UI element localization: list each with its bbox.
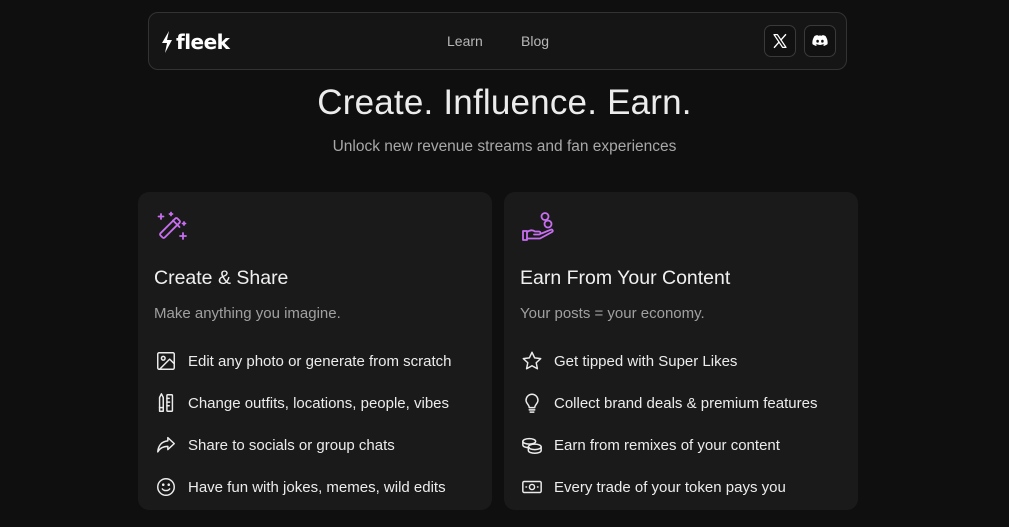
feature-text: Every trade of your token pays you bbox=[554, 478, 786, 496]
hero-subtitle: Unlock new revenue streams and fan exper… bbox=[332, 138, 677, 155]
feature-text: Have fun with jokes, memes, wild edits bbox=[188, 478, 446, 496]
pencil-ruler-icon bbox=[154, 391, 178, 415]
logo-link[interactable]: fleek bbox=[160, 28, 230, 56]
magic-wand-icon bbox=[154, 210, 190, 246]
feature-text: Get tipped with Super Likes bbox=[554, 352, 738, 370]
x-social-button[interactable] bbox=[764, 25, 796, 57]
image-icon bbox=[154, 349, 178, 373]
card-title: Earn From Your Content bbox=[520, 267, 731, 289]
feature-item: Get tipped with Super Likes bbox=[520, 340, 850, 382]
banknote-icon bbox=[520, 475, 544, 499]
feature-item: Collect brand deals & premium features bbox=[520, 382, 850, 424]
nav-link-blog[interactable]: Blog bbox=[521, 33, 549, 49]
feature-item: Earn from remixes of your content bbox=[520, 424, 850, 466]
lightbulb-icon bbox=[520, 391, 544, 415]
card-title: Create & Share bbox=[154, 267, 289, 289]
feature-item: Every trade of your token pays you bbox=[520, 466, 850, 508]
card-subtitle: Make anything you imagine. bbox=[154, 305, 341, 322]
page: fleek Learn Blog Create. Influence. Earn… bbox=[0, 0, 1009, 527]
feature-item: Change outfits, locations, people, vibes bbox=[154, 382, 484, 424]
feature-list: Edit any photo or generate from scratch … bbox=[154, 340, 484, 508]
hero-title: Create. Influence. Earn. bbox=[317, 83, 692, 122]
earn-content-card: Earn From Your Content Your posts = your… bbox=[504, 192, 858, 510]
feature-item: Have fun with jokes, memes, wild edits bbox=[154, 466, 484, 508]
nav-link-learn[interactable]: Learn bbox=[447, 33, 483, 49]
feature-text: Earn from remixes of your content bbox=[554, 436, 780, 454]
hand-coins-icon bbox=[520, 210, 556, 246]
card-subtitle: Your posts = your economy. bbox=[520, 305, 705, 322]
star-icon bbox=[520, 349, 544, 373]
bolt-icon bbox=[162, 31, 172, 53]
share-arrow-icon bbox=[154, 433, 178, 457]
discord-icon bbox=[812, 35, 828, 47]
smiley-icon bbox=[154, 475, 178, 499]
discord-social-button[interactable] bbox=[804, 25, 836, 57]
feature-text: Edit any photo or generate from scratch bbox=[188, 352, 452, 370]
feature-item: Share to socials or group chats bbox=[154, 424, 484, 466]
feature-item: Edit any photo or generate from scratch bbox=[154, 340, 484, 382]
logo-text: fleek bbox=[176, 30, 230, 54]
feature-text: Collect brand deals & premium features bbox=[554, 394, 818, 412]
navbar: fleek Learn Blog bbox=[148, 12, 847, 70]
coins-icon bbox=[520, 433, 544, 457]
x-icon bbox=[773, 33, 787, 49]
create-share-card: Create & Share Make anything you imagine… bbox=[138, 192, 492, 510]
feature-text: Share to socials or group chats bbox=[188, 436, 395, 454]
feature-text: Change outfits, locations, people, vibes bbox=[188, 394, 449, 412]
feature-list: Get tipped with Super Likes Collect bran… bbox=[520, 340, 850, 508]
